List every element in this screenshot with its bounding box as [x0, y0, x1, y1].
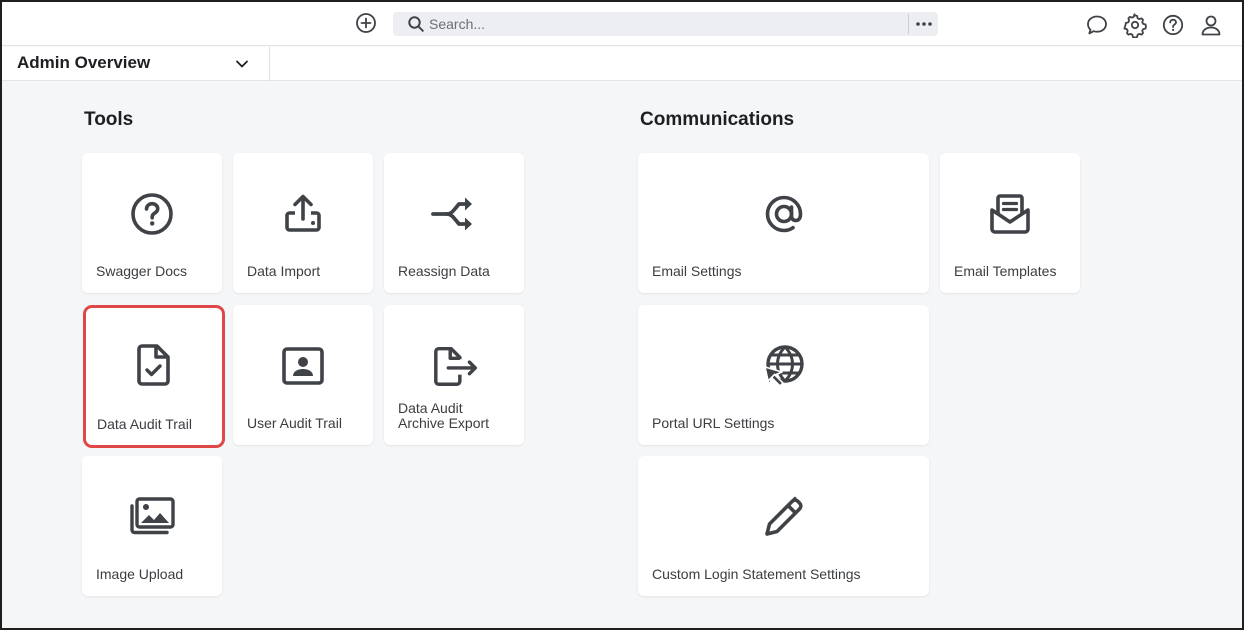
- images-icon: [127, 492, 177, 542]
- search-icon: [407, 15, 425, 33]
- section-title-communications: Communications: [640, 109, 795, 130]
- tile-user-audit-trail[interactable]: User Audit Trail: [233, 305, 373, 445]
- tile-swagger-docs[interactable]: Swagger Docs: [82, 153, 222, 293]
- tile-label: Reassign Data: [398, 263, 490, 279]
- question-circle-icon: [127, 189, 177, 239]
- user-icon[interactable]: [1198, 12, 1224, 38]
- tile-label-multiline: Data Audit Archive Export: [398, 401, 514, 431]
- more-horizontal-icon[interactable]: [911, 14, 937, 34]
- top-icon-group: [1084, 12, 1224, 38]
- tile-label-line2: Archive Export: [398, 415, 490, 431]
- globe-cursor-icon: [759, 341, 809, 391]
- file-export-icon: [431, 341, 481, 391]
- tile-label: Data Import: [247, 263, 321, 279]
- app-window: Admin Overview Tools Communications Swag…: [0, 0, 1244, 630]
- tile-email-templates[interactable]: Email Templates: [940, 153, 1080, 293]
- tile-label: Email Settings: [652, 263, 742, 279]
- tile-label: Email Templates: [954, 263, 1057, 279]
- sub-bar: Admin Overview: [2, 47, 1242, 81]
- view-selector-label: Admin Overview: [17, 53, 151, 72]
- tile-data-audit-archive-export[interactable]: Data Audit Archive Export: [384, 305, 524, 445]
- view-selector-dropdown[interactable]: Admin Overview: [2, 47, 270, 81]
- tile-data-audit-trail[interactable]: Data Audit Trail: [83, 305, 225, 448]
- tile-label: Image Upload: [96, 566, 184, 582]
- chevron-down-icon: [234, 56, 250, 72]
- tile-label-line1: Data Audit: [398, 400, 463, 416]
- upload-icon: [278, 189, 328, 239]
- tile-label: Custom Login Statement Settings: [652, 566, 861, 582]
- user-card-icon: [278, 341, 328, 391]
- search-bar: [393, 12, 938, 36]
- tile-reassign-data[interactable]: Reassign Data: [384, 153, 524, 293]
- tile-custom-login-statement-settings[interactable]: Custom Login Statement Settings: [638, 456, 929, 596]
- chat-icon[interactable]: [1084, 12, 1110, 38]
- file-check-icon: [129, 340, 179, 390]
- split-arrows-icon: [429, 189, 479, 239]
- add-circle-icon[interactable]: [354, 11, 378, 35]
- top-bar: [2, 2, 1242, 46]
- pen-icon: [759, 492, 809, 542]
- tile-portal-url-settings[interactable]: Portal URL Settings: [638, 305, 929, 445]
- tile-email-settings[interactable]: Email Settings: [638, 153, 929, 293]
- envelope-open-icon: [985, 189, 1035, 239]
- tile-label: Swagger Docs: [96, 263, 188, 279]
- help-icon[interactable]: [1160, 12, 1186, 38]
- tile-label: Data Audit Trail: [97, 416, 192, 432]
- search-input[interactable]: [429, 14, 889, 34]
- search-divider: [908, 14, 909, 34]
- tile-label: User Audit Trail: [247, 415, 342, 431]
- tile-label: Portal URL Settings: [652, 415, 775, 431]
- at-sign-icon: [759, 189, 809, 239]
- gear-icon[interactable]: [1122, 12, 1148, 38]
- section-title-tools: Tools: [84, 109, 134, 130]
- tile-data-import[interactable]: Data Import: [233, 153, 373, 293]
- tile-image-upload[interactable]: Image Upload: [82, 456, 222, 596]
